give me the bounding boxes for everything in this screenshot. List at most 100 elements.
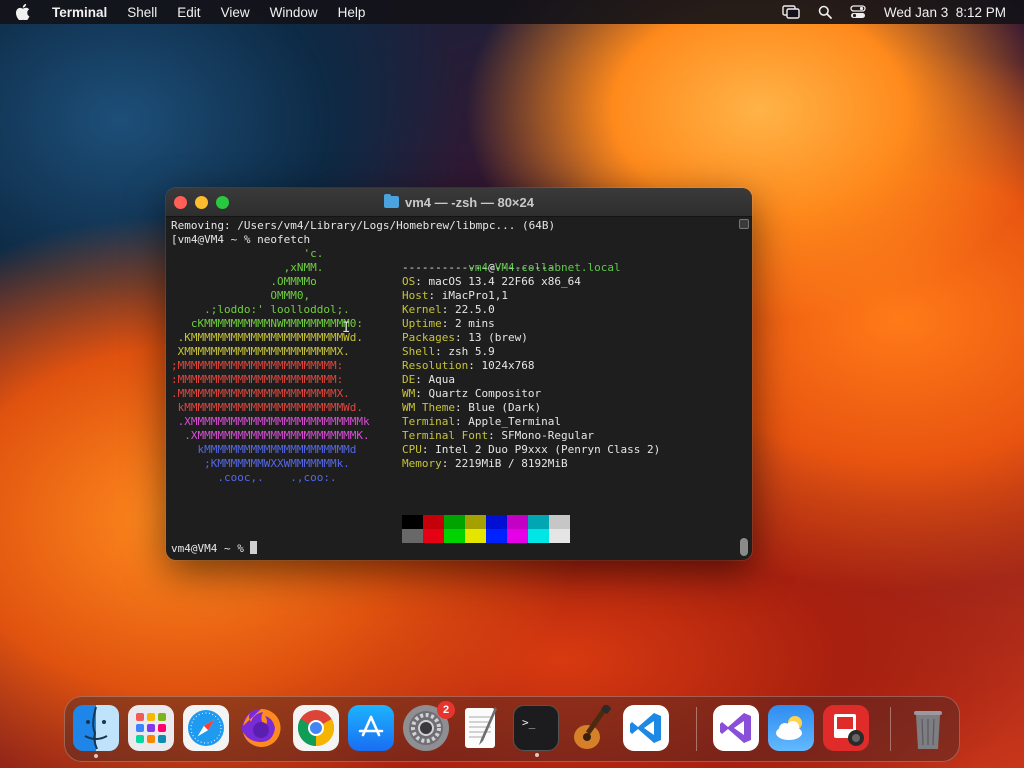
dock-app-store[interactable] [348, 705, 394, 751]
dock-system-settings[interactable]: 2 [403, 701, 455, 751]
dock-safari[interactable] [183, 705, 229, 751]
color-swatch [465, 529, 486, 543]
logo-line: kMMMMMMMMMMMMMMMMMMMMMMMMWd. [171, 401, 364, 414]
dock-vscode[interactable] [623, 705, 669, 751]
menu-bar: Terminal Shell Edit View Window Help Wed… [0, 0, 1024, 24]
info-value: Apple_Terminal [468, 415, 561, 428]
info-key: Shell [402, 345, 436, 358]
color-swatch [444, 515, 465, 529]
scrollbar[interactable] [739, 219, 749, 558]
color-swatch [549, 529, 570, 543]
terminal-window: vm4 — -zsh — 80×24 Removing: /Users/vm4/… [166, 188, 752, 560]
info-row: Memory: 2219MiB / 8192MiB [402, 457, 568, 470]
menu-view[interactable]: View [221, 5, 250, 20]
dock: 2 >_ [64, 696, 960, 762]
info-key: DE [402, 373, 416, 386]
dock-textedit[interactable] [458, 705, 504, 751]
spotlight-search-icon[interactable] [818, 5, 832, 19]
info-key: Uptime [402, 317, 442, 330]
weather-icon [776, 716, 802, 740]
finder-icon [73, 705, 119, 751]
info-value: 2 mins [455, 317, 495, 330]
color-swatch [507, 529, 528, 543]
zoom-button[interactable] [216, 196, 229, 209]
color-swatch [423, 515, 444, 529]
prompt-text: vm4@VM4 ~ % [171, 542, 251, 555]
screen-mirroring-icon[interactable] [782, 5, 800, 19]
info-row: OS: macOS 13.4 22F66 x86_64 [402, 275, 581, 288]
scroll-up-button[interactable] [739, 219, 749, 229]
info-row: WM: Quartz Compositor [402, 387, 542, 400]
shell-prompt[interactable]: vm4@VM4 ~ % [171, 541, 258, 556]
scroll-thumb[interactable] [740, 538, 748, 556]
block-cursor [250, 541, 258, 554]
text-cursor-ibeam-icon: I [342, 320, 351, 336]
info-key: Memory [402, 457, 442, 470]
logo-line: OMMM0, [171, 289, 311, 302]
info-value: SFMono-Regular [501, 429, 595, 442]
info-key: Resolution [402, 359, 469, 372]
menu-window[interactable]: Window [270, 5, 318, 20]
notification-badge: 2 [437, 701, 455, 719]
dock-trash[interactable] [905, 705, 951, 751]
menu-shell[interactable]: Shell [127, 5, 157, 20]
info-value: iMacPro1,1 [441, 289, 508, 302]
dock-launchpad[interactable] [128, 705, 174, 751]
trash-icon [914, 711, 942, 749]
color-swatch [486, 515, 507, 529]
info-row: Resolution: 1024x768 [402, 359, 535, 372]
color-swatch [528, 529, 549, 543]
dock-weather[interactable] [768, 705, 814, 751]
info-value: Intel 2 Duo P9xxx (Penryn Class 2) [435, 443, 661, 456]
info-value: Quartz Compositor [428, 387, 542, 400]
dock-garageband[interactable] [568, 705, 614, 751]
color-swatch [423, 529, 444, 543]
terminal-content[interactable]: Removing: /Users/vm4/Library/Logs/Homebr… [166, 217, 752, 560]
dock-photo-booth[interactable] [823, 705, 869, 751]
logo-line: .XMMMMMMMMMMMMMMMMMMMMMMMMMMk [171, 415, 370, 428]
dock-separator [890, 707, 891, 751]
info-separator: ----------------------- [402, 261, 555, 274]
info-row: WM Theme: Blue (Dark) [402, 401, 542, 414]
window-titlebar[interactable]: vm4 — -zsh — 80×24 [166, 188, 752, 217]
info-key: CPU [402, 443, 422, 456]
logo-line: ;MMMMMMMMMMMMMMMMMMMMMMMM: [171, 359, 344, 372]
menu-help[interactable]: Help [338, 5, 366, 20]
folder-icon [384, 194, 399, 208]
launchpad-icon [136, 713, 166, 743]
logo-line: .KMMMMMMMMMMMMMMMMMMMMMMMWd. [171, 331, 364, 344]
logo-line: .OMMMMo [171, 275, 317, 288]
color-swatch [507, 515, 528, 529]
color-swatch [402, 515, 423, 529]
menu-app-name[interactable]: Terminal [52, 5, 107, 20]
control-center-icon[interactable] [850, 5, 866, 19]
dock-separator [696, 707, 697, 751]
info-value: zsh 5.9 [448, 345, 495, 358]
logo-line: .;loddo:' loolloddol;. [171, 303, 350, 316]
minimize-button[interactable] [195, 196, 208, 209]
chrome-icon [297, 710, 335, 746]
dock-visual-studio[interactable] [713, 705, 759, 751]
logo-line: ;KMMMMMMMWXXWMMMMMMMk. [171, 457, 350, 470]
system-info: vm4@VM4.collabnet.local ----------------… [402, 247, 660, 471]
info-row: CPU: Intel 2 Duo P9xxx (Penryn Class 2) [402, 443, 661, 456]
apple-menu-icon[interactable] [16, 4, 38, 20]
info-key: Kernel [402, 303, 442, 316]
color-swatch [528, 515, 549, 529]
dock-firefox[interactable] [238, 705, 284, 751]
output-line-removing: Removing: /Users/vm4/Library/Logs/Homebr… [171, 219, 556, 232]
dock-chrome[interactable] [293, 705, 339, 751]
menubar-clock[interactable]: Wed Jan 3 8:12 PM [884, 5, 1006, 20]
apple-ascii-logo: 'c. ,xNMM. .OMMMMo OMMM0, .;loddo:' lool… [171, 247, 370, 485]
dock-terminal[interactable]: >_ [513, 705, 559, 757]
terminal-icon: >_ [522, 716, 536, 729]
firefox-icon [242, 708, 281, 747]
dock-finder[interactable] [73, 705, 119, 758]
command-line-neofetch: [vm4@VM4 ~ % neofetch [171, 233, 311, 246]
close-button[interactable] [174, 196, 187, 209]
menu-edit[interactable]: Edit [177, 5, 200, 20]
color-swatch [486, 529, 507, 543]
info-row: Uptime: 2 mins [402, 317, 495, 330]
color-palette [402, 515, 570, 543]
running-indicator [94, 754, 98, 758]
